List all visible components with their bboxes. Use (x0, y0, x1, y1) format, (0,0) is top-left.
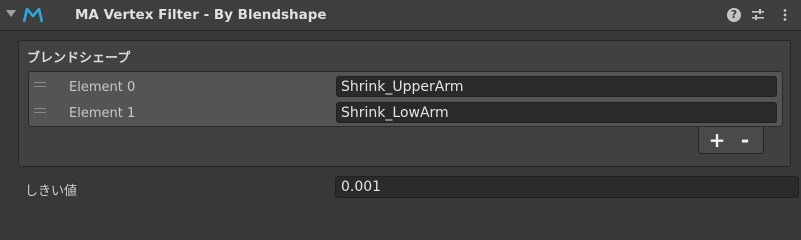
element-label: Element 0 (69, 80, 136, 95)
reorderable-list: Element 0 Shrink_UpperArm Element 1 Shri… (28, 71, 783, 127)
add-element-button[interactable]: + (705, 128, 729, 152)
element-label: Element 1 (69, 106, 136, 121)
blendshape-list-label: ブレンドシェープ (27, 51, 131, 66)
element-value-field[interactable]: Shrink_LowArm (336, 102, 777, 123)
element-value-field[interactable]: Shrink_UpperArm (336, 76, 777, 97)
drag-handle-icon[interactable] (34, 108, 46, 114)
list-item: Element 0 Shrink_UpperArm (29, 74, 782, 99)
threshold-field[interactable]: 0.001 (335, 176, 799, 198)
component-header[interactable]: MA Vertex Filter - By Blendshape ? (0, 0, 801, 31)
drag-handle-icon[interactable] (34, 82, 46, 88)
foldout-arrow-icon[interactable] (6, 10, 16, 17)
threshold-label: しきい値 (25, 184, 78, 199)
component-title: MA Vertex Filter - By Blendshape (75, 7, 327, 23)
help-icon[interactable]: ? (727, 8, 741, 22)
menu-icon[interactable] (778, 8, 792, 22)
modular-avatar-logo-icon (23, 7, 43, 23)
list-footer: + - (698, 127, 764, 154)
preset-icon[interactable] (751, 8, 765, 22)
list-item: Element 1 Shrink_LowArm (29, 100, 782, 125)
remove-element-button[interactable]: - (733, 128, 757, 152)
